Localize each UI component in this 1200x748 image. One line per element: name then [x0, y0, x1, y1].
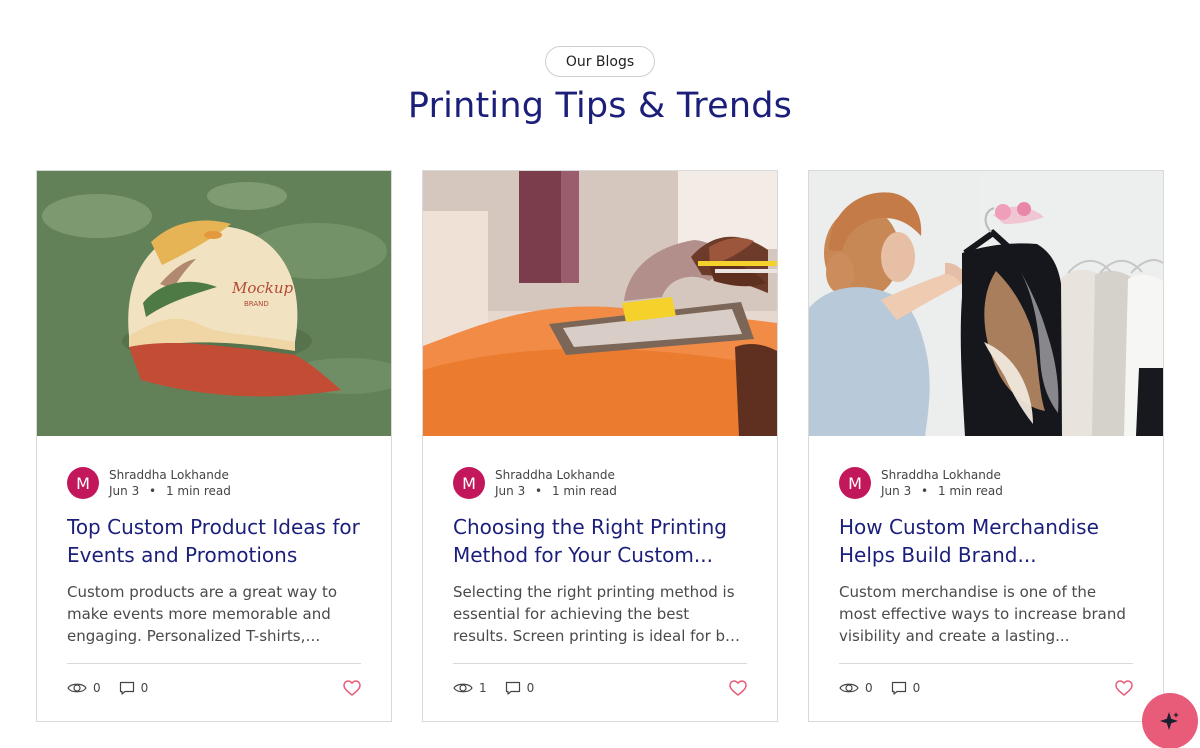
post-stats: 1 0: [453, 678, 747, 698]
heart-icon: [1115, 680, 1133, 696]
author-block: Shraddha Lokhande Jun 3 • 1 min read: [881, 467, 1003, 499]
comment-icon: [505, 681, 520, 695]
post-date: Jun 3: [109, 484, 140, 498]
blog-card[interactable]: M Shraddha Lokhande Jun 3 • 1 min read C…: [422, 170, 778, 722]
post-date: Jun 3: [495, 484, 526, 498]
comments-stat[interactable]: 0: [891, 681, 921, 696]
post-date: Jun 3: [881, 484, 912, 498]
read-time: 1 min read: [937, 484, 1003, 498]
comments-count: 0: [912, 681, 921, 695]
post-date-read: Jun 3 • 1 min read: [881, 483, 1003, 499]
views-stat: 0: [67, 681, 101, 695]
post-date-read: Jun 3 • 1 min read: [495, 483, 617, 499]
eye-icon: [67, 683, 87, 693]
author-avatar[interactable]: M: [453, 467, 485, 499]
card-divider: [839, 663, 1133, 664]
post-excerpt: Custom merchandise is one of the most ef…: [839, 583, 1126, 645]
views-count: 0: [865, 681, 873, 695]
views-stat: 0: [839, 681, 873, 695]
author-avatar-letter: M: [76, 473, 90, 493]
post-meta: M Shraddha Lokhande Jun 3 • 1 min read: [67, 467, 367, 499]
author-name[interactable]: Shraddha Lokhande: [495, 467, 617, 483]
post-meta: M Shraddha Lokhande Jun 3 • 1 min read: [839, 467, 1139, 499]
card-divider: [453, 663, 747, 664]
author-avatar-letter: M: [462, 473, 476, 493]
views-count: 0: [93, 681, 101, 695]
post-cover-image[interactable]: [809, 171, 1163, 436]
section-badge-label: Our Blogs: [565, 53, 635, 70]
author-block: Shraddha Lokhande Jun 3 • 1 min read: [109, 467, 231, 499]
post-meta: M Shraddha Lokhande Jun 3 • 1 min read: [453, 467, 753, 499]
like-button[interactable]: [343, 680, 361, 696]
comments-count: 0: [526, 681, 535, 695]
blog-section: Our Blogs Printing Tips & Trends Mockup …: [0, 0, 1200, 748]
views-stat: 1: [453, 681, 487, 695]
assistant-button[interactable]: [1142, 693, 1198, 748]
post-date-read: Jun 3 • 1 min read: [109, 483, 231, 499]
post-title[interactable]: Choosing the Right Printing Method for Y…: [453, 513, 748, 569]
views-count: 1: [479, 681, 487, 695]
heart-icon: [729, 680, 747, 696]
eye-icon: [839, 683, 859, 693]
section-badge: Our Blogs: [545, 46, 655, 77]
blog-card[interactable]: M Shraddha Lokhande Jun 3 • 1 min read H…: [808, 170, 1164, 722]
author-avatar-letter: M: [848, 473, 862, 493]
author-avatar[interactable]: M: [839, 467, 871, 499]
blog-card[interactable]: Mockup BRAND M Shraddha Lokhande Jun 3 •…: [36, 170, 392, 722]
post-cover-image[interactable]: [423, 171, 777, 436]
post-excerpt: Selecting the right printing method is e…: [453, 583, 748, 645]
author-avatar[interactable]: M: [67, 467, 99, 499]
section-title: Printing Tips & Trends: [407, 86, 793, 126]
like-button[interactable]: [729, 680, 747, 696]
meta-separator: •: [149, 484, 157, 498]
post-title[interactable]: How Custom Merchandise Helps Build Brand…: [839, 513, 1134, 569]
post-excerpt: Custom products are a great way to make …: [67, 583, 338, 645]
comment-icon: [119, 681, 134, 695]
comment-icon: [891, 681, 906, 695]
eye-icon: [453, 683, 473, 693]
card-divider: [67, 663, 361, 664]
comments-stat[interactable]: 0: [119, 681, 149, 696]
svg-text:BRAND: BRAND: [244, 300, 269, 308]
blog-card-grid: Mockup BRAND M Shraddha Lokhande Jun 3 •…: [36, 170, 1164, 722]
meta-separator: •: [535, 484, 543, 498]
sparkle-icon: [1160, 712, 1179, 730]
author-block: Shraddha Lokhande Jun 3 • 1 min read: [495, 467, 617, 499]
post-cover-image[interactable]: Mockup BRAND: [37, 171, 391, 436]
comments-stat[interactable]: 0: [505, 681, 535, 696]
meta-separator: •: [921, 484, 929, 498]
comments-count: 0: [140, 681, 149, 695]
svg-text:Mockup: Mockup: [231, 279, 294, 297]
read-time: 1 min read: [165, 484, 231, 498]
author-name[interactable]: Shraddha Lokhande: [109, 467, 231, 483]
heart-icon: [343, 680, 361, 696]
post-title[interactable]: Top Custom Product Ideas for Events and …: [67, 513, 362, 569]
read-time: 1 min read: [551, 484, 617, 498]
like-button[interactable]: [1115, 680, 1133, 696]
post-stats: 0 0: [839, 678, 1133, 698]
author-name[interactable]: Shraddha Lokhande: [881, 467, 1003, 483]
post-stats: 0 0: [67, 678, 361, 698]
